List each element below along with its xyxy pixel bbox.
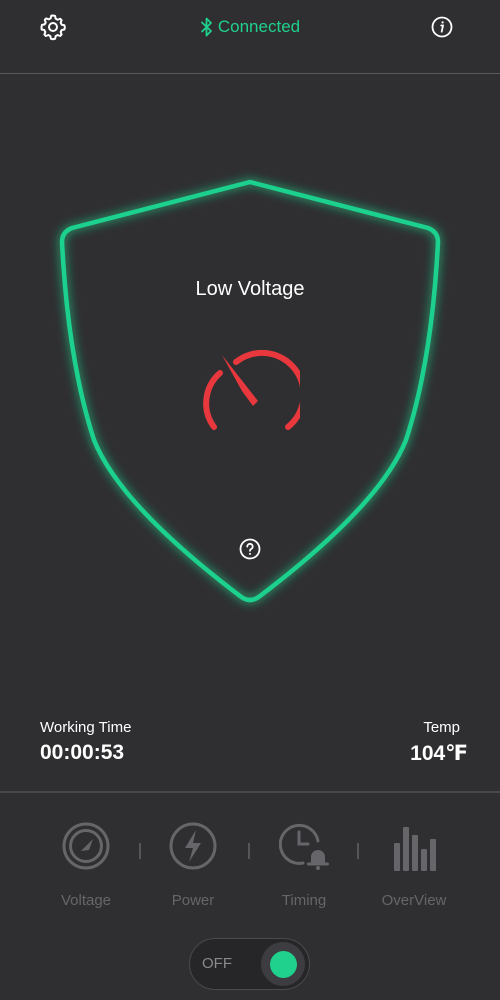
- top-divider: [0, 73, 500, 74]
- power-toggle-knob[interactable]: [261, 942, 305, 986]
- working-time-label: Working Time: [40, 719, 132, 736]
- nav-label-overview: OverView: [381, 892, 447, 909]
- nav-item-timing[interactable]: Timing: [254, 820, 354, 915]
- nav-divider: [248, 843, 250, 859]
- question-icon: [239, 538, 261, 560]
- power-toggle[interactable]: OFF: [189, 938, 310, 990]
- speedometer-icon: [200, 349, 307, 435]
- nav-label-voltage: Voltage: [60, 892, 112, 909]
- nav-item-overview[interactable]: OverView: [364, 820, 464, 915]
- lightning-icon: [169, 822, 217, 870]
- connection-status: Connected: [170, 14, 330, 40]
- bluetooth-icon: [200, 17, 212, 37]
- nav-divider: [357, 843, 359, 859]
- settings-button[interactable]: [36, 10, 70, 44]
- gear-icon: [40, 14, 66, 41]
- top-bar: Connected: [0, 0, 500, 73]
- power-toggle-label: OFF: [202, 955, 232, 972]
- nav-divider: [139, 843, 141, 859]
- temp-value: 104℉: [410, 742, 468, 765]
- help-button[interactable]: [238, 537, 262, 561]
- nav-label-power: Power: [171, 892, 215, 909]
- info-button[interactable]: [428, 13, 456, 41]
- voltage-state-label: Low Voltage: [195, 278, 305, 300]
- power-indicator-dot: [269, 950, 297, 978]
- nav-item-power[interactable]: Power: [143, 820, 243, 915]
- temp-label: Temp: [423, 719, 460, 736]
- info-icon: [431, 16, 453, 38]
- bottom-nav: Voltage Power Timing OverView: [0, 820, 500, 920]
- bar-chart-icon: [394, 827, 436, 871]
- working-time-value: 00:00:53: [40, 741, 125, 764]
- nav-label-timing: Timing: [281, 892, 327, 909]
- gauge-icon: [62, 822, 110, 870]
- connection-status-label: Connected: [217, 17, 301, 36]
- nav-item-voltage[interactable]: Voltage: [36, 820, 136, 915]
- clock-alarm-icon: [279, 823, 329, 870]
- bottom-divider: [0, 791, 500, 793]
